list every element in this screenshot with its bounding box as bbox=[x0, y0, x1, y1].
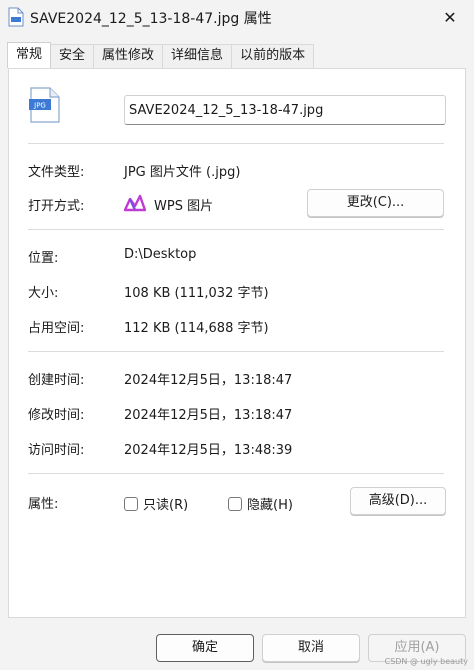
file-icon bbox=[8, 7, 24, 27]
file-type-value: JPG 图片文件 (.jpg) bbox=[124, 165, 241, 180]
cancel-button[interactable]: 取消 bbox=[262, 634, 360, 662]
location-label: 位置: bbox=[28, 251, 59, 266]
title-bar: SAVE2024_12_5_13-18-47.jpg 属性 ✕ bbox=[0, 0, 474, 34]
created-label: 创建时间: bbox=[28, 373, 85, 388]
readonly-label: 只读(R) bbox=[143, 498, 189, 513]
ok-button[interactable]: 确定 bbox=[156, 634, 254, 662]
modified-label: 修改时间: bbox=[28, 408, 85, 423]
location-value: D:\Desktop bbox=[124, 247, 197, 262]
size-value: 108 KB (111,032 字节) bbox=[124, 286, 269, 301]
attributes-label: 属性: bbox=[28, 497, 59, 512]
accessed-value: 2024年12月5日，13:48:39 bbox=[124, 443, 293, 458]
hidden-checkbox-box[interactable] bbox=[228, 496, 242, 511]
size-label: 大小: bbox=[28, 286, 59, 301]
change-button[interactable]: 更改(C)... bbox=[307, 189, 444, 217]
disk-size-value: 112 KB (114,688 字节) bbox=[124, 321, 269, 336]
hidden-checkbox[interactable]: 隐藏(H) bbox=[228, 494, 293, 513]
readonly-checkbox[interactable]: 只读(R) bbox=[124, 494, 188, 513]
general-panel: JPG 文件类型: JPG 图片文件 (.jpg) 打开方式: WPS 图片 更… bbox=[8, 68, 466, 618]
divider bbox=[28, 473, 444, 474]
tab-strip: 常规 安全 属性修改 详细信息 以前的版本 bbox=[7, 42, 315, 68]
tab-attribute-edit[interactable]: 属性修改 bbox=[93, 44, 164, 68]
divider bbox=[28, 351, 444, 352]
wps-logo-icon bbox=[124, 194, 146, 212]
accessed-label: 访问时间: bbox=[28, 443, 85, 458]
watermark: CSDN @ ugly beauty bbox=[384, 657, 468, 666]
created-value: 2024年12月5日，13:18:47 bbox=[124, 373, 293, 388]
hidden-label: 隐藏(H) bbox=[247, 498, 293, 513]
filename-input[interactable] bbox=[124, 95, 446, 125]
tab-general[interactable]: 常规 bbox=[7, 42, 52, 68]
divider bbox=[28, 143, 444, 144]
open-with-label: 打开方式: bbox=[28, 199, 85, 214]
tab-security[interactable]: 安全 bbox=[50, 44, 95, 68]
file-icon-label: JPG bbox=[33, 102, 46, 110]
open-with-value: WPS 图片 bbox=[154, 199, 214, 214]
disk-size-label: 占用空间: bbox=[28, 321, 85, 336]
close-icon: ✕ bbox=[443, 7, 457, 27]
window-title: SAVE2024_12_5_13-18-47.jpg 属性 bbox=[30, 11, 272, 27]
advanced-button[interactable]: 高级(D)... bbox=[350, 487, 446, 515]
file-type-label: 文件类型: bbox=[28, 165, 85, 180]
jpg-file-icon: JPG bbox=[29, 87, 60, 123]
readonly-checkbox-box[interactable] bbox=[124, 496, 138, 511]
close-button[interactable]: ✕ bbox=[430, 0, 470, 34]
tab-previous-versions[interactable]: 以前的版本 bbox=[231, 44, 315, 68]
modified-value: 2024年12月5日，13:18:47 bbox=[124, 408, 293, 423]
divider bbox=[28, 229, 444, 230]
tab-details[interactable]: 详细信息 bbox=[162, 44, 233, 68]
